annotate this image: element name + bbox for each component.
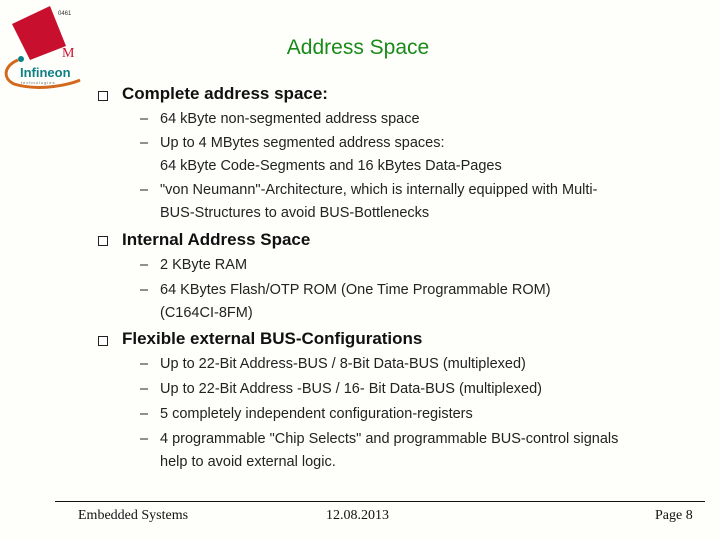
list-item: Up to 22-Bit Address -BUS / 16- Bit Data… — [160, 381, 542, 397]
dash-bullet-icon: – — [140, 257, 149, 273]
list-item: Up to 4 MBytes segmented address spaces:… — [160, 135, 502, 174]
dash-bullet-icon: – — [140, 381, 149, 397]
footer-divider — [55, 501, 705, 502]
list-item: 2 KByte RAM — [160, 257, 248, 273]
square-bullet-icon — [98, 91, 108, 101]
dash-bullet-icon: – — [140, 431, 149, 447]
dash-bullet-icon: – — [140, 135, 149, 151]
footer-course: Embedded Systems — [78, 508, 189, 523]
square-bullet-icon — [98, 236, 108, 246]
slide-title: Address Space — [286, 36, 430, 59]
square-bullet-icon — [98, 336, 108, 346]
list-item: "von Neumann"-Architecture, which is int… — [160, 182, 598, 221]
section-heading: Internal Address Space — [122, 230, 311, 249]
footer-date: 12.08.2013 — [326, 508, 389, 523]
logo-brand: Infineon — [20, 65, 71, 80]
list-item: 5 completely independent configuration-r… — [160, 406, 473, 422]
list-item: 4 programmable "Chip Selects" and progra… — [160, 431, 619, 470]
dash-bullet-icon: – — [140, 182, 149, 198]
list-item: 64 kByte non-segmented address space — [160, 111, 420, 127]
logo-code: 0461 — [58, 11, 72, 17]
footer-page-number: Page 8 — [655, 508, 693, 523]
dash-bullet-icon: – — [140, 111, 149, 127]
list-item: 64 KBytes Flash/OTP ROM (One Time Progra… — [160, 282, 551, 321]
list-item: Up to 22-Bit Address-BUS / 8-Bit Data-BU… — [160, 356, 526, 372]
dash-bullet-icon: – — [140, 406, 149, 422]
section-heading: Complete address space: — [122, 84, 328, 103]
dash-bullet-icon: – — [140, 356, 149, 372]
logo-tagline: technologies — [21, 80, 55, 85]
dash-bullet-icon: – — [140, 282, 149, 298]
section-heading: Flexible external BUS-Configurations — [122, 329, 423, 348]
